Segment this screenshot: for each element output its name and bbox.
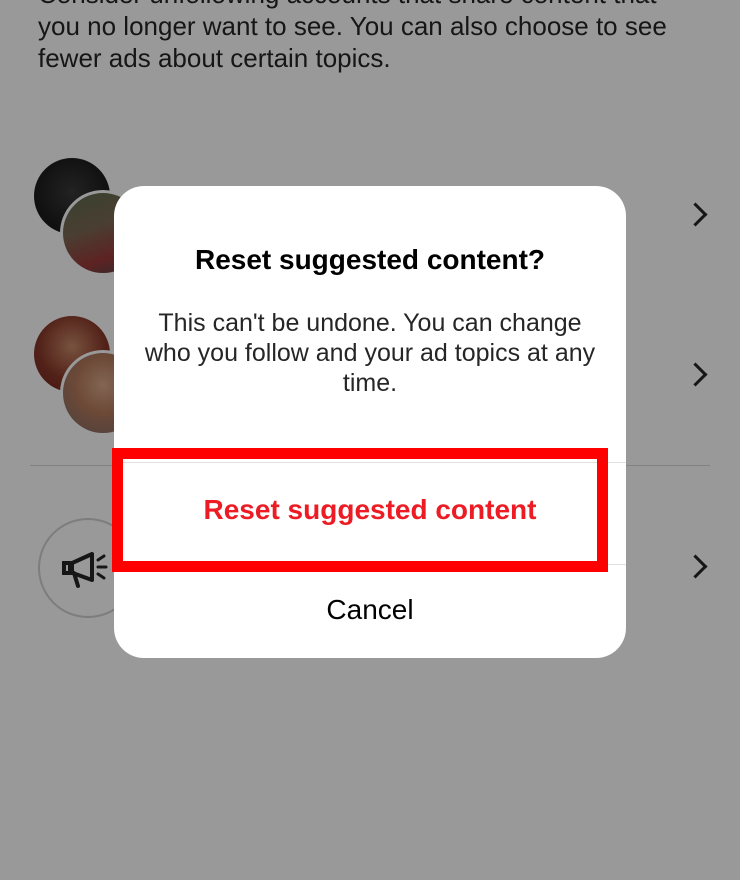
- cancel-button[interactable]: Cancel: [114, 564, 626, 656]
- dialog-title: Reset suggested content?: [194, 244, 546, 275]
- reset-dialog: Reset suggested content? This can't be u…: [114, 186, 626, 658]
- reset-suggested-content-button[interactable]: Reset suggested content: [114, 464, 626, 556]
- dialog-message: This can't be undone. You can change who…: [144, 309, 596, 397]
- dialog-divider: [114, 462, 626, 463]
